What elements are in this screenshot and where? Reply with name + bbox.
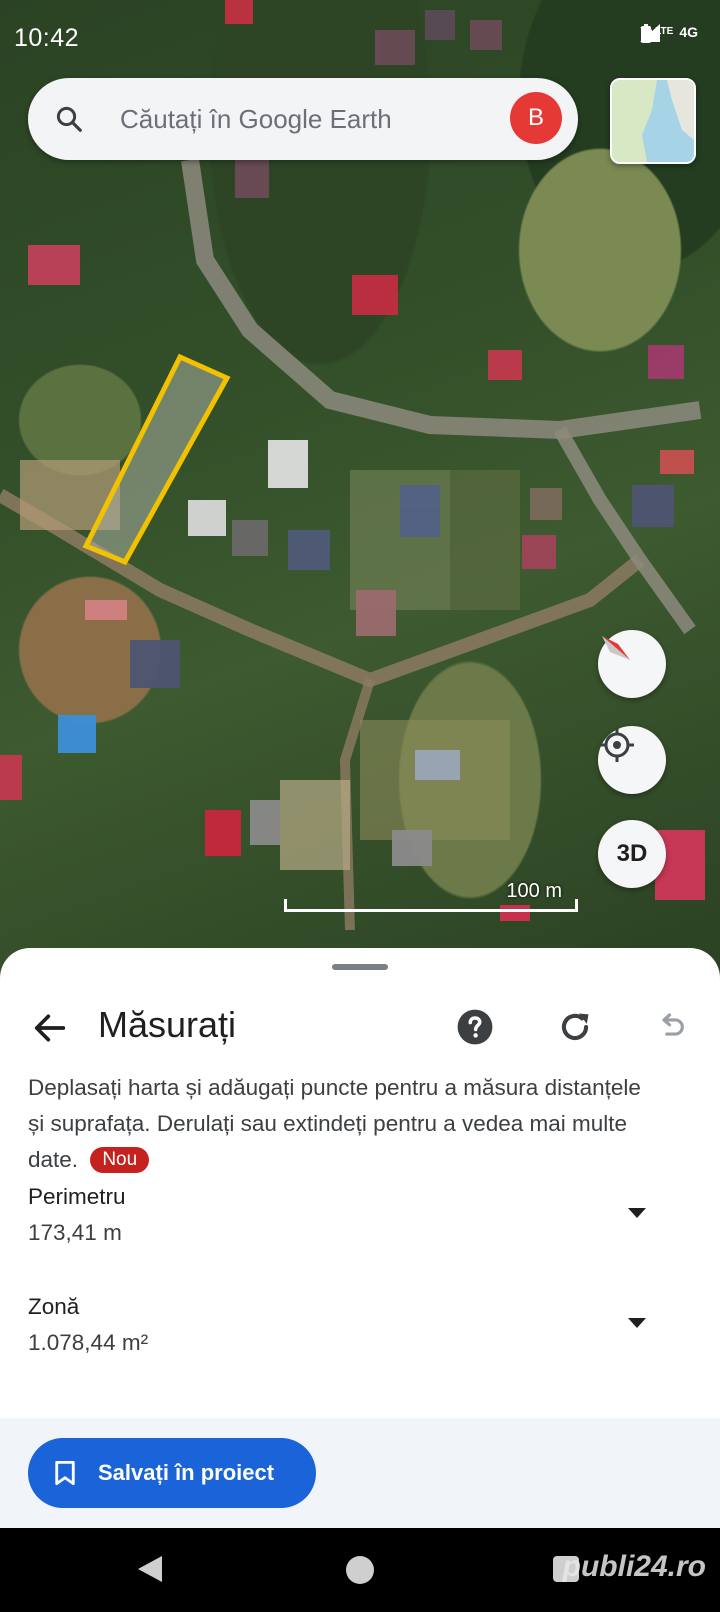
account-avatar[interactable]: B <box>510 92 562 144</box>
nav-back-icon[interactable] <box>136 1554 164 1584</box>
bookmark-icon <box>55 1460 75 1486</box>
map-layers-button[interactable] <box>610 78 696 164</box>
nav-home-icon[interactable] <box>346 1556 374 1584</box>
search-icon <box>56 106 82 132</box>
system-nav-bar: publi24.ro <box>0 1528 720 1612</box>
sheet-drag-handle[interactable] <box>332 964 388 970</box>
sheet-footer: Salvați în proiect <box>0 1418 720 1528</box>
area-label: Zonă <box>28 1294 80 1319</box>
status-time: 10:42 <box>14 24 80 52</box>
network-type: 4G <box>679 24 698 40</box>
save-to-project-button[interactable]: Salvați în proiect <box>28 1438 316 1508</box>
satellite-map[interactable]: 10:42 Vo LTE 4G Căutați în Google Earth … <box>0 0 720 1000</box>
instructions-text: Deplasați harta și adăugați puncte pentr… <box>28 1070 658 1178</box>
search-bar[interactable]: Căutați în Google Earth B <box>28 78 578 160</box>
search-input[interactable]: Căutați în Google Earth <box>120 104 392 135</box>
perimeter-label: Perimetru <box>28 1184 126 1209</box>
back-arrow-icon[interactable] <box>30 1008 70 1048</box>
map-thumbnail-icon <box>612 80 694 162</box>
undo-icon[interactable] <box>654 1010 688 1044</box>
perimeter-value: 173,41 m <box>28 1220 122 1245</box>
perimeter-dropdown-icon[interactable] <box>626 1206 648 1220</box>
area-dropdown-icon[interactable] <box>626 1316 648 1330</box>
scale-bar <box>284 899 578 912</box>
reset-icon[interactable] <box>556 1008 594 1046</box>
help-icon[interactable] <box>456 1008 494 1046</box>
new-badge: Nou <box>90 1147 150 1173</box>
save-to-project-label: Salvați în proiect <box>98 1460 275 1485</box>
area-value: 1.078,44 m² <box>28 1330 149 1355</box>
compass-icon <box>602 636 630 660</box>
status-icons: Vo LTE 4G <box>640 24 698 43</box>
map-scale: 100 m <box>284 880 578 916</box>
compass-button[interactable] <box>598 630 666 698</box>
my-location-icon <box>600 728 634 762</box>
my-location-button[interactable] <box>598 726 666 794</box>
battery-icon <box>641 24 652 43</box>
sheet-title: Măsurați <box>98 1004 237 1045</box>
3d-toggle-button[interactable]: 3D <box>598 820 666 888</box>
watermark-text: publi24.ro <box>562 1550 706 1583</box>
